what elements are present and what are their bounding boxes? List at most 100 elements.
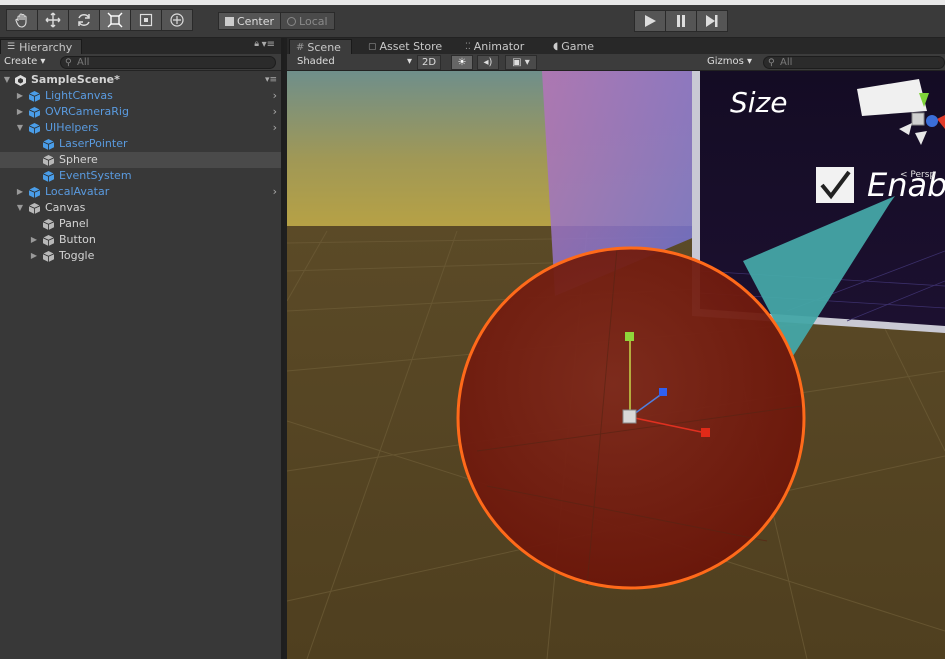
tab-hierarchy[interactable]: ☰ Hierarchy xyxy=(0,39,82,54)
hierarchy-row-label: OVRCameraRig xyxy=(45,105,129,118)
expand-arrow-icon[interactable]: ▶ xyxy=(15,88,25,104)
axis-z-cone[interactable] xyxy=(926,115,938,127)
tab-asset-store[interactable]: ▢ Asset Store xyxy=(362,39,448,54)
tab-animator[interactable]: ⁚⁚ Animator xyxy=(459,39,530,54)
transform-tools xyxy=(6,9,193,31)
grid-icon: # xyxy=(296,41,305,53)
scene-search-input[interactable]: ⚲ All xyxy=(763,56,945,69)
gizmo-x-handle[interactable] xyxy=(701,428,710,437)
collapse-arrow-icon[interactable]: ▼ xyxy=(15,200,25,216)
pivot-center-button[interactable]: Center xyxy=(218,12,282,30)
hierarchy-row-eventsystem[interactable]: EventSystem xyxy=(0,168,281,184)
expand-arrow-icon[interactable]: ▶ xyxy=(29,248,39,264)
pivot-local-button[interactable]: Local xyxy=(280,12,335,30)
canvas-text-size: Size xyxy=(730,86,787,119)
hierarchy-row-laserpointer[interactable]: LaserPointer xyxy=(0,136,281,152)
hierarchy-row-panel[interactable]: Panel xyxy=(0,216,281,232)
gameobject-cube-icon xyxy=(43,155,54,166)
prefab-cube-icon xyxy=(29,107,40,118)
hand-tool-button[interactable] xyxy=(6,9,38,31)
pivot-toggles: Center Local xyxy=(218,12,335,30)
list-icon: ☰ xyxy=(7,42,16,52)
dropdown-arrow-icon: ▾ xyxy=(406,56,412,67)
scene-render[interactable]: Size Enab < Persp xyxy=(287,71,945,659)
hierarchy-panel: ☰ Hierarchy ▾≡ 🔒︎ Create ▾ ⚲ All ▼ Sampl… xyxy=(0,38,284,659)
hierarchy-row-lightcanvas[interactable]: ▶ LightCanvas › xyxy=(0,88,281,104)
hierarchy-row-ovrcamerarig[interactable]: ▶ OVRCameraRig › xyxy=(0,104,281,120)
gameobject-cube-icon xyxy=(29,203,40,214)
audio-toggle-button[interactable]: ◂) xyxy=(477,55,499,70)
search-icon: ⚲ xyxy=(768,58,775,68)
prefab-cube-icon xyxy=(29,187,40,198)
2d-label: 2D xyxy=(421,57,437,68)
open-prefab-chevron-icon[interactable]: › xyxy=(273,184,277,200)
prefab-cube-icon xyxy=(43,171,54,182)
hierarchy-row-canvas[interactable]: ▼ Canvas xyxy=(0,200,281,216)
bag-icon: ▢ xyxy=(368,41,377,52)
hierarchy-row-label: Sphere xyxy=(59,153,98,166)
gizmos-dropdown[interactable]: Gizmos ▾ xyxy=(707,56,757,69)
hierarchy-tabbar: ☰ Hierarchy ▾≡ 🔒︎ xyxy=(0,38,281,54)
transform-icon xyxy=(170,13,184,27)
scene-root-row[interactable]: ▼ SampleScene* ▾≡ xyxy=(0,72,281,88)
expand-arrow-icon[interactable]: ▶ xyxy=(15,184,25,200)
hierarchy-row-button[interactable]: ▶ Button xyxy=(0,232,281,248)
hierarchy-row-uihelpers[interactable]: ▼ UIHelpers › xyxy=(0,120,281,136)
collapse-arrow-icon[interactable]: ▼ xyxy=(15,120,25,136)
gizmo-y-handle[interactable] xyxy=(625,332,634,341)
hierarchy-search-input[interactable]: ⚲ All xyxy=(60,56,276,69)
hand-icon xyxy=(15,13,27,28)
hierarchy-row-toggle[interactable]: ▶ Toggle xyxy=(0,248,281,264)
create-label: Create xyxy=(4,56,38,67)
scale-tool-button[interactable] xyxy=(99,9,131,31)
transform-tool-button[interactable] xyxy=(161,9,193,31)
expand-arrow-icon[interactable]: ▶ xyxy=(15,104,25,120)
hierarchy-search-placeholder: All xyxy=(77,57,90,68)
play-button[interactable] xyxy=(634,10,666,32)
lighting-toggle-button[interactable]: ☀ xyxy=(451,55,473,70)
expand-arrow-icon[interactable]: ▼ xyxy=(2,72,12,88)
tab-game-label: Game xyxy=(561,40,595,53)
2d-toggle-button[interactable]: 2D xyxy=(417,55,441,70)
gameobject-cube-icon xyxy=(43,235,54,246)
animator-icon: ⁚⁚ xyxy=(465,41,471,52)
hierarchy-row-sphere[interactable]: Sphere xyxy=(0,152,281,168)
scene-viewport[interactable]: Size Enab < Persp xyxy=(287,71,945,659)
search-icon: ⚲ xyxy=(65,58,72,68)
pacman-icon: ◖ xyxy=(553,41,559,52)
scene-menu-icon[interactable]: ▾≡ xyxy=(265,72,277,88)
play-icon xyxy=(645,15,656,27)
rotate-tool-button[interactable] xyxy=(68,9,100,31)
open-prefab-chevron-icon[interactable]: › xyxy=(273,104,277,120)
pivot-center-label: Center xyxy=(237,14,275,28)
tab-hierarchy-label: Hierarchy xyxy=(19,40,73,54)
open-prefab-chevron-icon[interactable]: › xyxy=(273,88,277,104)
move-tool-button[interactable] xyxy=(37,9,69,31)
step-button[interactable] xyxy=(696,10,728,32)
pivot-local-label: Local xyxy=(299,14,328,28)
tab-game[interactable]: ◖ Game xyxy=(547,39,600,54)
lock-icon[interactable]: 🔒︎ xyxy=(254,39,259,49)
pause-button[interactable] xyxy=(665,10,697,32)
create-dropdown[interactable]: Create ▾ xyxy=(4,56,45,67)
panel-menu-icon[interactable]: ▾≡ xyxy=(262,39,275,50)
hierarchy-row-label: Toggle xyxy=(59,249,95,262)
rect-transform-icon xyxy=(139,13,153,27)
scene-panel: # Scene ▢ Asset Store ⁚⁚ Animator ◖ Game… xyxy=(287,38,945,659)
step-icon xyxy=(706,15,718,27)
shading-dropdown[interactable]: Shaded ▾ xyxy=(297,56,412,69)
gizmo-cube[interactable] xyxy=(911,112,925,126)
open-prefab-chevron-icon[interactable]: › xyxy=(273,120,277,136)
prefab-cube-icon xyxy=(29,91,40,102)
gizmo-z-handle[interactable] xyxy=(659,388,667,396)
expand-arrow-icon[interactable]: ▶ xyxy=(29,232,39,248)
persp-label[interactable]: < Persp xyxy=(900,170,935,180)
pause-icon xyxy=(677,15,685,27)
gizmo-center-handle[interactable] xyxy=(622,409,637,424)
effects-toggle-button[interactable]: ▣ ▾ xyxy=(505,55,537,70)
tab-scene[interactable]: # Scene xyxy=(289,39,352,54)
rect-tool-button[interactable] xyxy=(130,9,162,31)
hierarchy-row-localavatar[interactable]: ▶ LocalAvatar › xyxy=(0,184,281,200)
shading-label: Shaded xyxy=(297,56,335,67)
hierarchy-row-label: EventSystem xyxy=(59,169,132,182)
